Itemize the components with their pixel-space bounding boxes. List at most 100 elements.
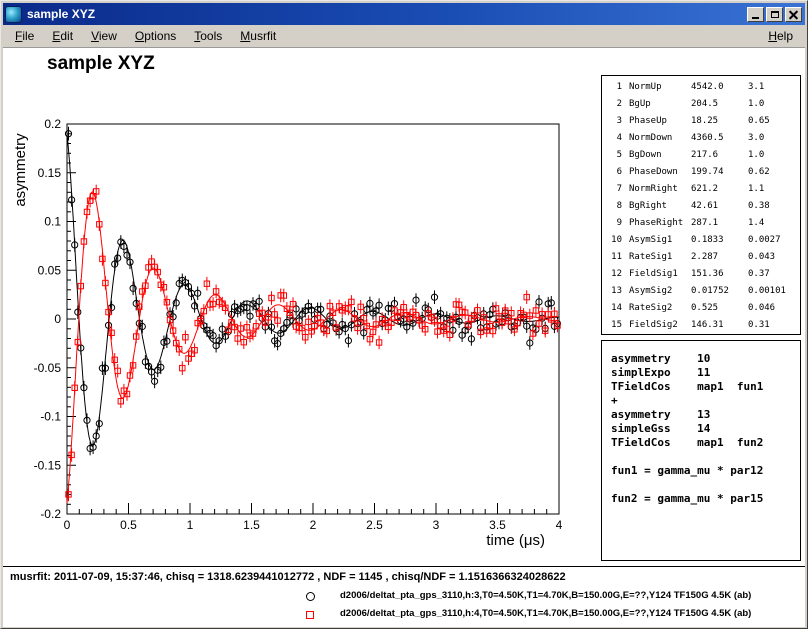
param-number: 10 [607, 232, 622, 249]
y-tick-label: -0.2 [40, 507, 61, 521]
x-tick-label: 2 [310, 518, 317, 532]
param-value: 287.1 [691, 215, 748, 232]
param-value: 18.25 [691, 113, 748, 130]
theory-line: TFieldCos map1 fun2 [611, 436, 800, 450]
circle-marker-icon [306, 592, 315, 601]
menubar: FileEditViewOptionsToolsMusrfit Help [3, 25, 805, 48]
param-number: 15 [607, 317, 622, 334]
square-marker-icon [306, 611, 314, 619]
param-name: FieldSig1 [629, 266, 691, 283]
y-tick-label: -0.05 [34, 361, 62, 375]
param-value: 217.6 [691, 147, 748, 164]
menu-item-musrfit[interactable]: Musrfit [231, 26, 285, 46]
close-icon [789, 10, 798, 19]
param-error: 3.1 [748, 79, 800, 96]
param-value: 0.525 [691, 300, 748, 317]
titlebar[interactable]: sample XYZ [3, 3, 805, 25]
param-error: 1.0 [748, 147, 800, 164]
parameter-row: 13AsymSig20.017520.00101 [607, 283, 800, 300]
menu-left-group: FileEditViewOptionsToolsMusrfit [6, 26, 285, 46]
parameter-row: 2BgUp204.51.0 [607, 96, 800, 113]
param-error: 0.62 [748, 164, 800, 181]
x-tick-label: 2.5 [366, 518, 383, 532]
minimize-button[interactable] [747, 7, 764, 22]
param-value: 42.61 [691, 198, 748, 215]
param-name: PhaseUp [629, 113, 691, 130]
param-number: 6 [607, 164, 622, 181]
parameter-row: 7NormRight621.21.1 [607, 181, 800, 198]
param-name: RateSig1 [629, 249, 691, 266]
fit-info-line: musrfit: 2011-07-09, 15:37:46, chisq = 1… [10, 571, 566, 583]
param-number: 3 [607, 113, 622, 130]
param-value: 4360.5 [691, 130, 748, 147]
x-tick-label: 4 [556, 518, 563, 532]
param-name: NormDown [629, 130, 691, 147]
minimize-icon [752, 17, 759, 19]
param-number: 2 [607, 96, 622, 113]
param-error: 1.0 [748, 96, 800, 113]
parameter-row: 9PhaseRight287.11.4 [607, 215, 800, 232]
window-title: sample XYZ [27, 7, 747, 21]
param-number: 5 [607, 147, 622, 164]
fit-parameters-box: 1NormUp4542.03.12BgUp204.51.03PhaseUp18.… [601, 75, 801, 335]
menu-item-tools[interactable]: Tools [185, 26, 231, 46]
y-tick-label: 0.15 [38, 166, 62, 180]
window-controls [747, 7, 802, 22]
menu-right-group: Help [759, 26, 802, 46]
parameter-row: 10AsymSig10.18330.0027 [607, 232, 800, 249]
param-name: BgDown [629, 147, 691, 164]
close-button[interactable] [785, 7, 802, 22]
param-name: PhaseDown [629, 164, 691, 181]
param-error: 0.043 [748, 249, 800, 266]
menu-item-view[interactable]: View [82, 26, 126, 46]
param-error: 3.0 [748, 130, 800, 147]
root-canvas[interactable]: sample XYZ 00.511.522.533.54-0.2-0.15-0.… [3, 48, 805, 627]
menu-item-edit[interactable]: Edit [43, 26, 82, 46]
theory-line: + [611, 394, 800, 408]
param-name: AsymSig1 [629, 232, 691, 249]
menu-item-options[interactable]: Options [126, 26, 185, 46]
y-tick-label: 0.05 [38, 263, 62, 277]
param-number: 8 [607, 198, 622, 215]
theory-line: fun2 = gamma_mu * par15 [611, 492, 800, 506]
parameter-row: 4 NormDown4360.53.0 [607, 130, 800, 147]
param-number: 11 [607, 249, 622, 266]
theory-line: fun1 = gamma_mu * par12 [611, 464, 800, 478]
param-value: 199.74 [691, 164, 748, 181]
app-icon [5, 6, 22, 23]
y-axis-label: asymmetry [12, 133, 29, 207]
param-name: FieldSig2 [629, 317, 691, 334]
menu-item-help[interactable]: Help [759, 26, 802, 46]
parameter-row: 6 PhaseDown199.740.62 [607, 164, 800, 181]
theory-line [611, 478, 800, 492]
param-value: 146.31 [691, 317, 748, 334]
plot-frame [67, 124, 559, 514]
legend-label: d2006/deltat_pta_gps_3110,h:4,T0=4.50K,T… [340, 608, 751, 619]
app-window: sample XYZ FileEditViewOptionsToolsMusrf… [0, 0, 808, 629]
param-number: 4 [607, 130, 622, 147]
legend-row: d2006/deltat_pta_gps_3110,h:3,T0=4.50K,T… [3, 589, 805, 605]
theory-line: simplExpo 11 [611, 366, 800, 380]
param-value: 0.01752 [691, 283, 748, 300]
param-value: 151.36 [691, 266, 748, 283]
parameter-row: 15FieldSig2146.310.31 [607, 317, 800, 334]
param-number: 7 [607, 181, 622, 198]
param-name: RateSig2 [629, 300, 691, 317]
x-axis-label: time (μs) [486, 532, 545, 549]
theory-line: TFieldCos map1 fun1 [611, 380, 800, 394]
y-tick-label: 0.2 [44, 117, 61, 131]
maximize-button[interactable] [766, 7, 783, 22]
param-name: PhaseRight [629, 215, 691, 232]
param-value: 621.2 [691, 181, 748, 198]
parameter-row: 5 BgDown217.61.0 [607, 147, 800, 164]
y-tick-label: -0.15 [34, 458, 62, 472]
theory-line: simpleGss 14 [611, 422, 800, 436]
menu-item-file[interactable]: File [6, 26, 43, 46]
x-tick-label: 0.5 [120, 518, 137, 532]
param-value: 2.287 [691, 249, 748, 266]
parameter-row: 11 RateSig12.2870.043 [607, 249, 800, 266]
asymmetry-plot[interactable]: 00.511.522.533.54-0.2-0.15-0.1-0.0500.05… [3, 48, 603, 568]
param-name: BgRight [629, 198, 691, 215]
param-value: 204.5 [691, 96, 748, 113]
theory-box: asymmetry 10simplExpo 11TFieldCos map1 f… [601, 340, 801, 561]
